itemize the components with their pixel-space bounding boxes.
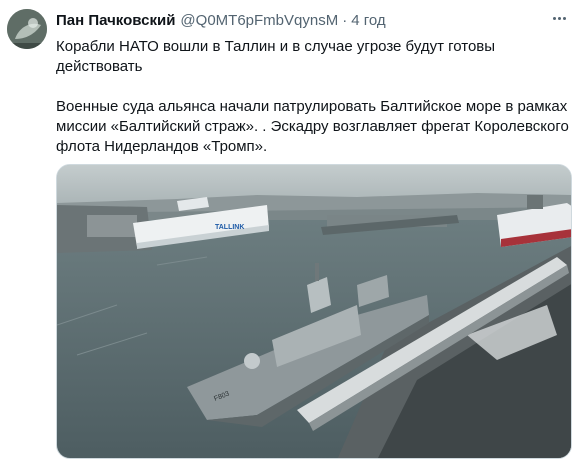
ellipsis-icon bbox=[562, 16, 566, 20]
tweet-text-headline: Корабли НАТО вошли в Таллин и в случае у… bbox=[56, 38, 496, 75]
separator-dot: · bbox=[342, 12, 348, 29]
avatar-image bbox=[7, 9, 47, 49]
tweet-text-body: Военные суда альянса начали патрулироват… bbox=[56, 98, 569, 155]
author-handle[interactable]: @Q0MT6pFmbVqynsM bbox=[180, 12, 338, 29]
tweet-card[interactable]: Пан Пачковский @Q0MT6pFmbVqynsM · 4 год … bbox=[0, 0, 584, 467]
tweet-text: Корабли НАТО вошли в Таллин и в случае у… bbox=[56, 37, 571, 157]
ellipsis-icon bbox=[552, 16, 556, 20]
harbor-photo: TALLINK F803 bbox=[57, 165, 571, 458]
ferry-label: TALLINK bbox=[215, 224, 244, 231]
ellipsis-icon bbox=[557, 16, 561, 20]
tweet-timestamp[interactable]: 4 год bbox=[351, 12, 385, 29]
tweet-photo[interactable]: TALLINK F803 bbox=[56, 164, 572, 459]
more-options-button[interactable] bbox=[548, 10, 570, 26]
avatar[interactable] bbox=[7, 9, 47, 49]
author-name[interactable]: Пан Пачковский bbox=[56, 12, 175, 29]
tweet-header: Пан Пачковский @Q0MT6pFmbVqynsM · 4 год bbox=[56, 12, 386, 32]
